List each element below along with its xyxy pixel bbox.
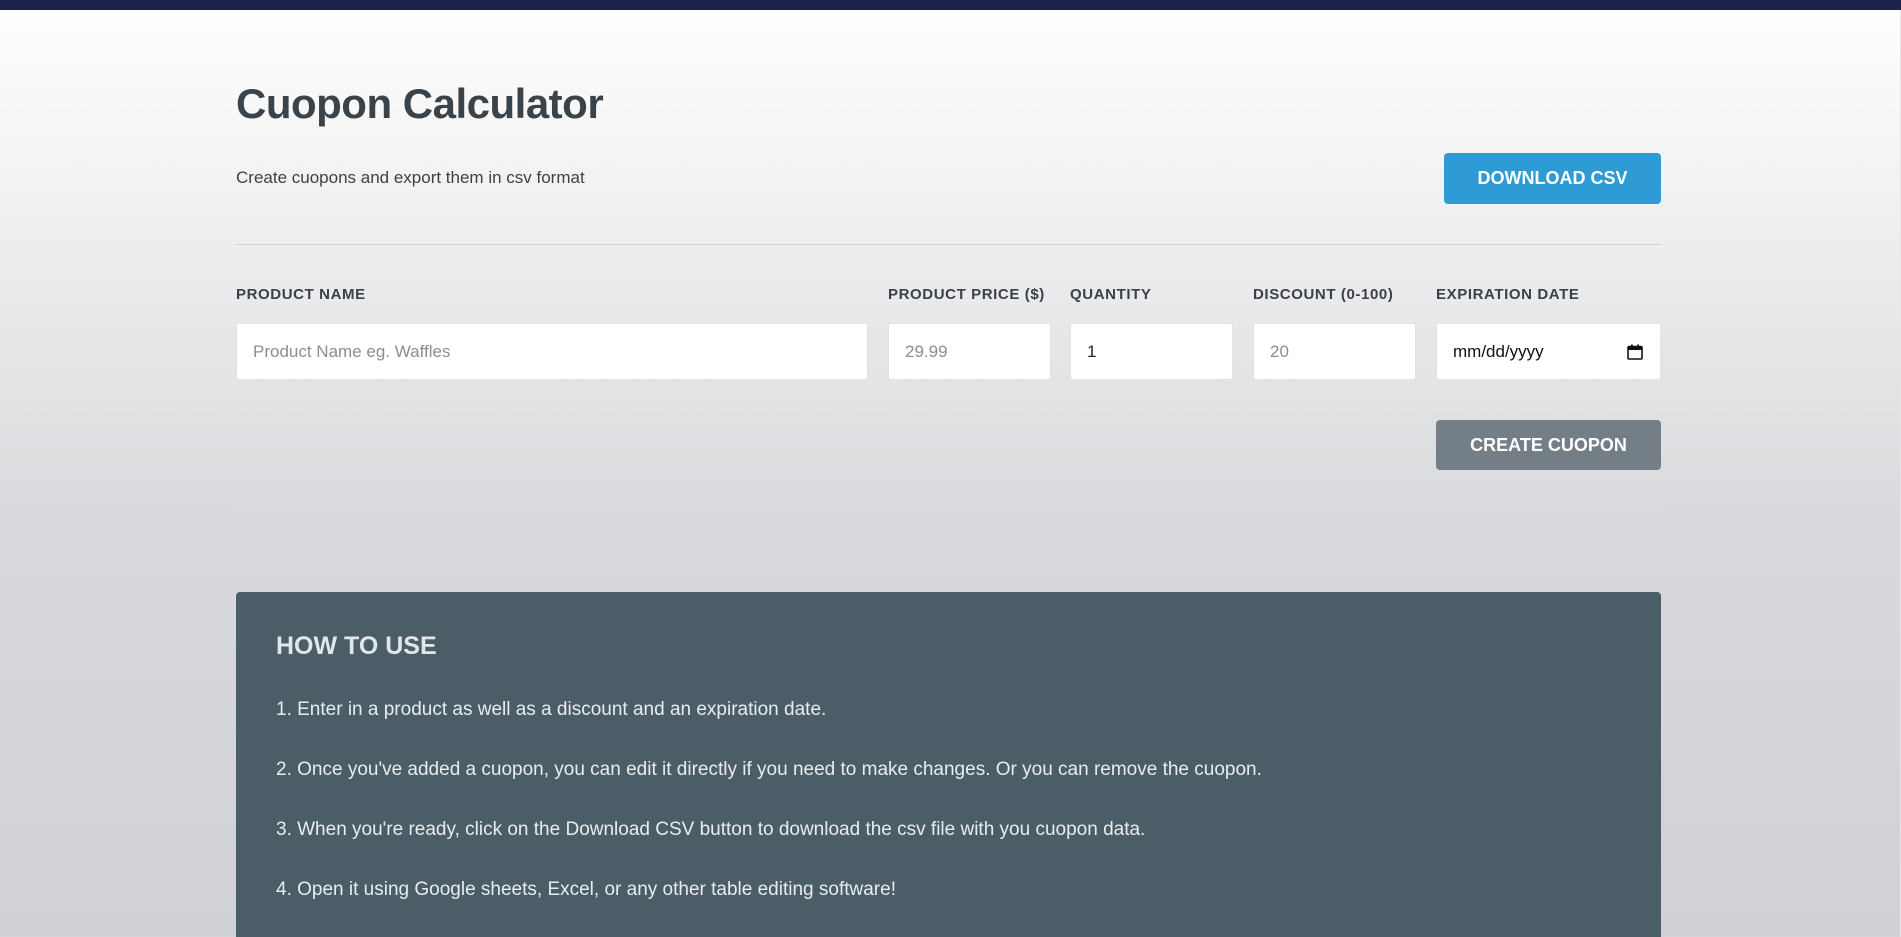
product-price-label: PRODUCT PRICE ($) xyxy=(888,286,1045,303)
page-subtitle: Create cuopons and export them in csv fo… xyxy=(236,168,585,187)
expiration-date-value: mm/dd/yyyy xyxy=(1453,341,1544,361)
calendar-icon[interactable] xyxy=(1626,343,1644,360)
create-cuopon-button[interactable]: CREATE CUOPON xyxy=(1436,420,1661,470)
discount-label: DISCOUNT (0-100) xyxy=(1253,286,1394,303)
howto-step-1: 1. Enter in a product as well as a disco… xyxy=(276,699,827,720)
quantity-label: QUANTITY xyxy=(1070,286,1152,303)
page-title: Cuopon Calculator xyxy=(236,80,604,127)
product-name-input[interactable] xyxy=(236,323,868,380)
download-csv-button[interactable]: DOWNLOAD CSV xyxy=(1444,153,1661,204)
howto-step-2: 2. Once you've added a cuopon, you can e… xyxy=(276,759,1262,780)
howto-step-4: 4. Open it using Google sheets, Excel, o… xyxy=(276,879,896,900)
quantity-input[interactable] xyxy=(1070,323,1233,380)
top-accent-bar xyxy=(0,0,1901,10)
how-to-use-panel: HOW TO USE 1. Enter in a product as well… xyxy=(236,592,1661,937)
product-price-input[interactable] xyxy=(888,323,1051,380)
discount-input[interactable] xyxy=(1253,323,1416,380)
product-name-label: PRODUCT NAME xyxy=(236,286,366,303)
expiration-date-input[interactable]: mm/dd/yyyy xyxy=(1436,323,1661,380)
form-divider xyxy=(236,510,1661,511)
header-divider xyxy=(236,244,1661,245)
howto-step-3: 3. When you're ready, click on the Downl… xyxy=(276,819,1146,840)
expiration-date-label: EXPIRATION DATE xyxy=(1436,286,1580,303)
how-to-use-title: HOW TO USE xyxy=(276,632,437,660)
